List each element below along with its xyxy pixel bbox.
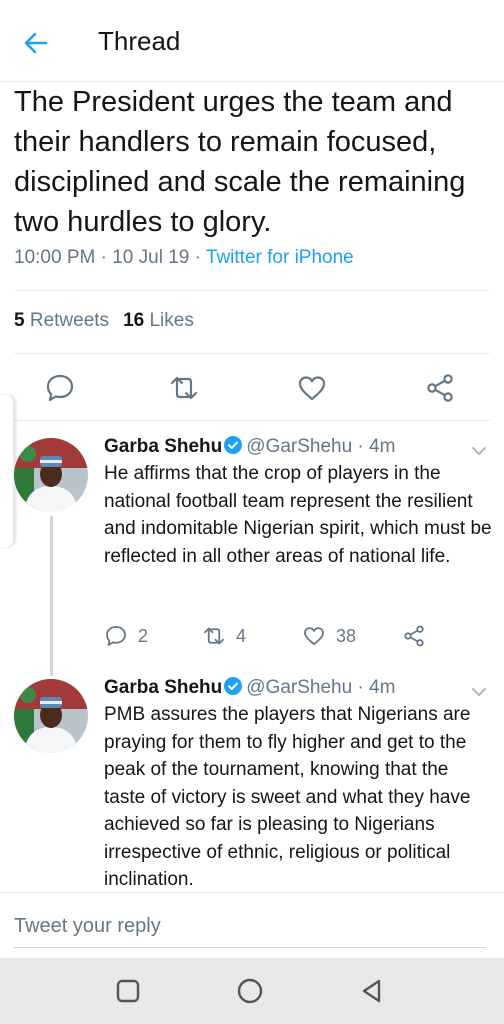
circle-icon[interactable]: [236, 977, 264, 1005]
tweet-source-link[interactable]: Twitter for iPhone: [206, 247, 354, 268]
header: Thread: [0, 0, 504, 82]
back-triangle-icon[interactable]: [358, 977, 386, 1005]
share-icon: [404, 625, 424, 647]
likes-stat[interactable]: 16 Likes: [123, 310, 194, 331]
author-name[interactable]: Garba Shehu: [104, 677, 222, 698]
heart-icon: [304, 627, 324, 646]
retweet-icon[interactable]: [168, 372, 200, 404]
author-handle[interactable]: @GarShehu: [246, 436, 352, 457]
tweet-meta: 10:00 PM · 10 Jul 19 · Twitter for iPhon…: [14, 247, 354, 268]
reply-composer: Tweet your reply: [0, 892, 504, 958]
edge-panel-handle[interactable]: [0, 395, 14, 547]
like-button[interactable]: 38: [302, 622, 356, 650]
divider: [14, 420, 490, 421]
divider: [14, 290, 490, 291]
tweet-date: 10 Jul 19: [112, 247, 190, 268]
share-button[interactable]: [402, 622, 436, 650]
reply-icon: [106, 626, 126, 646]
avatar[interactable]: [14, 438, 88, 512]
divider: [14, 353, 490, 354]
reply-icon[interactable]: [44, 372, 76, 404]
verified-badge-icon: [224, 436, 243, 454]
reply-count: 2: [138, 625, 149, 646]
reply-button[interactable]: 2: [104, 622, 148, 650]
retweet-icon: [204, 627, 224, 645]
reply-actions: 2 4 38: [104, 622, 444, 650]
author-name[interactable]: Garba Shehu: [104, 436, 222, 457]
author-handle[interactable]: @GarShehu: [246, 677, 352, 698]
verified-badge-icon: [224, 677, 243, 695]
reply-time: 4m: [369, 677, 396, 698]
thread-connector-line: [50, 516, 53, 676]
avatar[interactable]: [14, 679, 88, 753]
chevron-down-icon[interactable]: [470, 683, 488, 701]
reply-input[interactable]: Tweet your reply: [14, 915, 161, 938]
retweets-stat[interactable]: 5 Retweets: [14, 310, 109, 331]
square-icon[interactable]: [114, 977, 142, 1005]
heart-icon[interactable]: [296, 372, 328, 404]
retweet-count: 4: [236, 625, 247, 646]
reply-text: PMB assures the players that Nigerians a…: [104, 704, 471, 890]
chevron-down-icon[interactable]: [470, 442, 488, 460]
tweet-time: 10:00 PM: [14, 247, 96, 268]
like-count: 38: [336, 625, 357, 646]
page-title: Thread: [98, 26, 181, 56]
arrow-left-icon[interactable]: [20, 27, 52, 59]
tweet-stats: 5 Retweets 16 Likes: [14, 310, 194, 332]
retweet-button[interactable]: 4: [202, 622, 246, 650]
share-icon[interactable]: [424, 372, 456, 404]
system-navbar: [0, 958, 504, 1024]
input-underline: [14, 947, 486, 948]
reply-time: 4m: [369, 436, 396, 457]
reply-text: He affirms that the crop of players in t…: [104, 463, 492, 567]
tweet-text: The President urges the team and their h…: [14, 86, 466, 238]
